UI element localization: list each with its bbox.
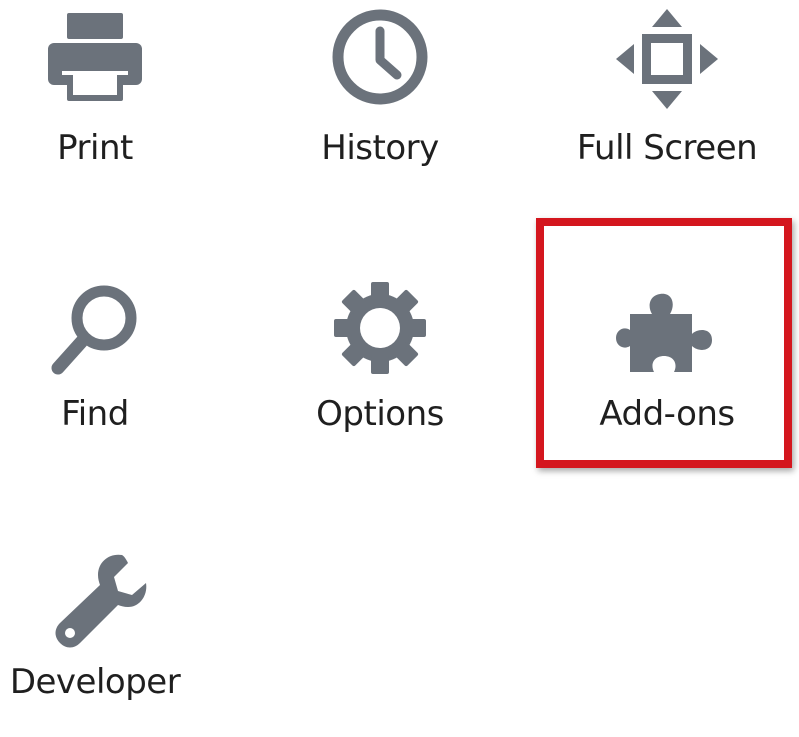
menu-panel: Print History Full Screen Find Options A… — [0, 0, 799, 711]
developer-button[interactable]: Developer — [0, 537, 205, 737]
history-button[interactable]: History — [270, 0, 490, 200]
fullscreen-arrows-icon — [612, 5, 722, 115]
print-button[interactable]: Print — [0, 0, 205, 200]
options-button[interactable]: Options — [270, 268, 490, 468]
addons-label: Add-ons — [599, 394, 735, 434]
magnifier-icon — [40, 280, 150, 390]
history-label: History — [321, 128, 439, 168]
printer-icon — [40, 5, 150, 115]
fullscreen-button[interactable]: Full Screen — [557, 0, 777, 200]
clock-icon — [325, 5, 435, 115]
options-label: Options — [316, 394, 444, 434]
wrench-icon — [40, 547, 150, 657]
addons-button[interactable]: Add-ons — [557, 268, 777, 468]
developer-label: Developer — [9, 662, 181, 702]
print-label: Print — [57, 128, 133, 168]
fullscreen-label: Full Screen — [576, 128, 758, 168]
find-label: Find — [61, 394, 129, 434]
gear-icon — [325, 280, 435, 390]
puzzle-piece-icon — [612, 280, 722, 390]
find-button[interactable]: Find — [0, 268, 205, 468]
